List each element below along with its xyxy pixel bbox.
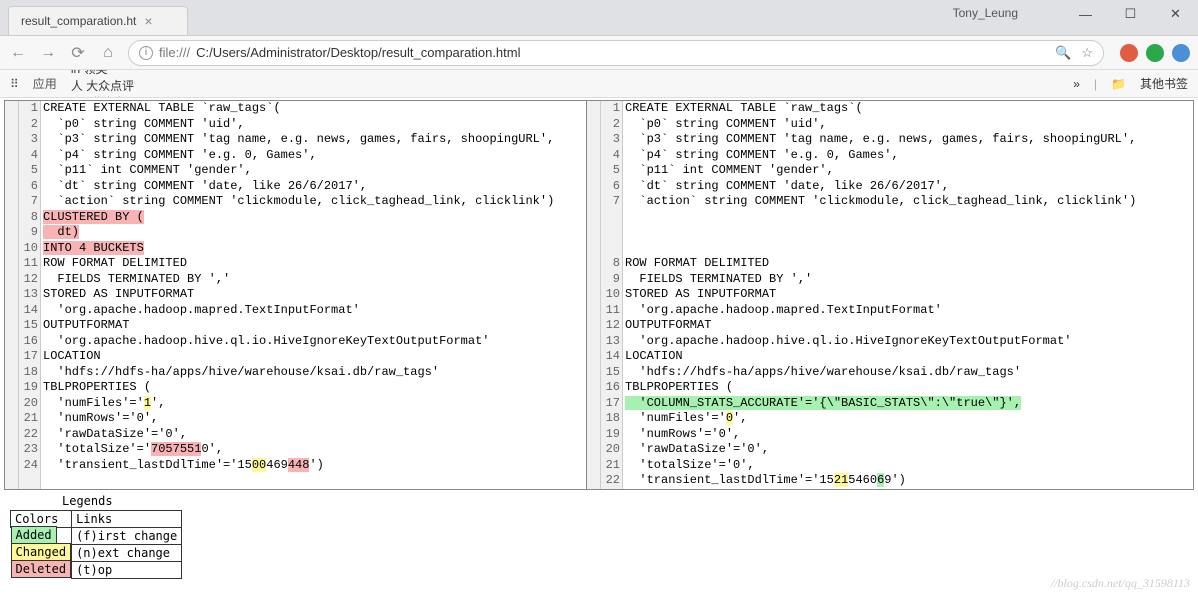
code-line: 'rawDataSize'='0', xyxy=(43,427,554,443)
code-line: `action` string COMMENT 'clickmodule, cl… xyxy=(625,194,1136,210)
bookmark-star-icon[interactable]: ☆ xyxy=(1081,45,1093,61)
extension-icon-1[interactable] xyxy=(1120,44,1138,62)
code-line: `p4` string COMMENT 'e.g. 0, Games', xyxy=(43,148,554,164)
legend-color: Added xyxy=(11,526,57,544)
apps-label[interactable]: 应用 xyxy=(33,75,57,92)
code-line: 'totalSize'='70575510', xyxy=(43,442,554,458)
code-line: CREATE EXTERNAL TABLE `raw_tags`( xyxy=(625,101,1136,117)
code-line: LOCATION xyxy=(625,349,1136,365)
code-line: INTO 4 BUCKETS xyxy=(43,241,554,257)
code-line: 'numFiles'='1', xyxy=(43,396,554,412)
watermark: //blog.csdn.net/qq_31598113 xyxy=(1051,576,1190,591)
left-pane: 123456789101112131415161718192021222324C… xyxy=(5,101,587,489)
code-line: `p0` string COMMENT 'uid', xyxy=(625,117,1136,133)
code-line: `p11` int COMMENT 'gender', xyxy=(625,163,1136,179)
diff-content: 123456789101112131415161718192021222324C… xyxy=(4,100,1194,490)
tab-title: result_comparation.ht xyxy=(21,14,136,28)
code-line: 'numRows'='0', xyxy=(43,411,554,427)
bookmarks-more-icon[interactable]: » xyxy=(1073,77,1080,91)
bookmark-item[interactable]: 🐼 猫途鹰 xyxy=(71,94,208,99)
forward-button[interactable]: → xyxy=(38,44,58,62)
reload-button[interactable]: ⟳ xyxy=(68,43,88,63)
url-scheme: file:/// xyxy=(159,45,190,60)
site-info-icon[interactable]: i xyxy=(139,46,153,60)
extension-icon-3[interactable] xyxy=(1172,44,1190,62)
code-line: `p11` int COMMENT 'gender', xyxy=(43,163,554,179)
code-line xyxy=(625,210,1136,226)
close-window-button[interactable]: ✕ xyxy=(1153,0,1198,28)
minimize-button[interactable]: — xyxy=(1063,0,1108,28)
code-line: `p3` string COMMENT 'tag name, e.g. news… xyxy=(625,132,1136,148)
maximize-button[interactable]: ☐ xyxy=(1108,0,1153,28)
url-path: C:/Users/Administrator/Desktop/result_co… xyxy=(196,45,520,60)
code-line: FIELDS TERMINATED BY ',' xyxy=(43,272,554,288)
code-line: `p0` string COMMENT 'uid', xyxy=(43,117,554,133)
code-line: 'COLUMN_STATS_ACCURATE'='{\"BASIC_STATS\… xyxy=(625,396,1136,412)
apps-icon[interactable]: ⠿ xyxy=(10,77,19,91)
legend-header-links: Links xyxy=(72,510,182,527)
other-bookmarks[interactable]: 其他书签 xyxy=(1140,75,1188,92)
code-line: 'numFiles'='0', xyxy=(625,411,1136,427)
close-tab-icon[interactable]: × xyxy=(144,13,152,29)
legend-link[interactable]: (t)op xyxy=(72,561,182,578)
code-line: CREATE EXTERNAL TABLE `raw_tags`( xyxy=(43,101,554,117)
legend-color: Deleted xyxy=(11,560,72,578)
code-line: STORED AS INPUTFORMAT xyxy=(625,287,1136,303)
code-line: `p4` string COMMENT 'e.g. 0, Games', xyxy=(625,148,1136,164)
legend-header-colors: Colors xyxy=(11,510,72,527)
code-line: OUTPUTFORMAT xyxy=(625,318,1136,334)
search-icon[interactable]: 🔍 xyxy=(1055,45,1071,61)
legend-link[interactable]: (n)ext change xyxy=(72,544,182,561)
code-line: dt) xyxy=(43,225,554,241)
code-line: `action` string COMMENT 'clickmodule, cl… xyxy=(43,194,554,210)
code-line: 'transient_lastDdlTime'='1521546069') xyxy=(625,473,1136,489)
code-line: LOCATION xyxy=(43,349,554,365)
code-line: `p3` string COMMENT 'tag name, e.g. news… xyxy=(43,132,554,148)
code-line: FIELDS TERMINATED BY ',' xyxy=(625,272,1136,288)
code-line: 'org.apache.hadoop.mapred.TextInputForma… xyxy=(625,303,1136,319)
code-line: `dt` string COMMENT 'date, like 26/6/201… xyxy=(625,179,1136,195)
bookmarks-bar: ⠿ 应用 Apple 🐾 百度 ❻ 新浪微博 in 领英 人 大众点评 🐼 猫途… xyxy=(0,70,1198,98)
legend-title: Legends xyxy=(62,494,1188,508)
code-line: CLUSTERED BY ( xyxy=(43,210,554,226)
code-line: TBLPROPERTIES ( xyxy=(625,380,1136,396)
code-line: 'org.apache.hadoop.hive.ql.io.HiveIgnore… xyxy=(625,334,1136,350)
code-line: ROW FORMAT DELIMITED xyxy=(625,256,1136,272)
bookmark-item[interactable]: 人 大众点评 xyxy=(71,77,208,94)
legend-link[interactable]: (f)irst change xyxy=(72,527,182,544)
code-line: 'numRows'='0', xyxy=(625,427,1136,443)
profile-name[interactable]: Tony_Leung xyxy=(953,6,1018,20)
extension-icon-2[interactable] xyxy=(1146,44,1164,62)
code-line xyxy=(625,225,1136,241)
code-line xyxy=(625,241,1136,257)
code-line: `dt` string COMMENT 'date, like 26/6/201… xyxy=(43,179,554,195)
code-line: 'rawDataSize'='0', xyxy=(625,442,1136,458)
code-line: TBLPROPERTIES ( xyxy=(43,380,554,396)
back-button[interactable]: ← xyxy=(8,44,28,62)
home-button[interactable]: ⌂ xyxy=(98,44,118,62)
code-line: 'org.apache.hadoop.mapred.TextInputForma… xyxy=(43,303,554,319)
code-line: 'hdfs://hdfs-ha/apps/hive/warehouse/ksai… xyxy=(43,365,554,381)
code-line: 'hdfs://hdfs-ha/apps/hive/warehouse/ksai… xyxy=(625,365,1136,381)
right-pane: 1234567 8910111213141516171819202122CREA… xyxy=(587,101,1169,489)
code-line: 'totalSize'='0', xyxy=(625,458,1136,474)
code-line: ROW FORMAT DELIMITED xyxy=(43,256,554,272)
code-line: 'transient_lastDdlTime'='1500469448') xyxy=(43,458,554,474)
code-line: 'org.apache.hadoop.hive.ql.io.HiveIgnore… xyxy=(43,334,554,350)
code-line: STORED AS INPUTFORMAT xyxy=(43,287,554,303)
legend-table: ColorsLinks Added (f)irst changeChanged(n… xyxy=(10,510,182,579)
address-bar[interactable]: i file:/// C:/Users/Administrator/Desktop… xyxy=(128,40,1104,66)
browser-tab[interactable]: result_comparation.ht × xyxy=(8,6,188,35)
legend-color: Changed xyxy=(11,543,72,561)
code-line: OUTPUTFORMAT xyxy=(43,318,554,334)
